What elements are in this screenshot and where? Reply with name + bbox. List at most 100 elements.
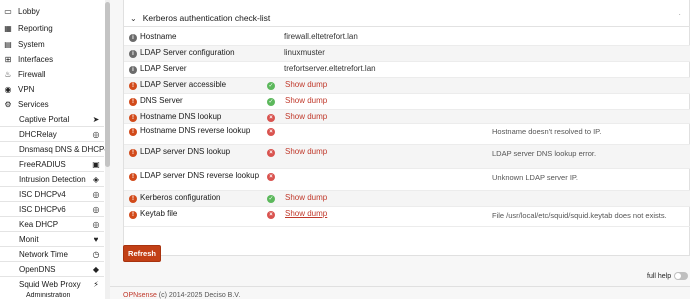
footer-brand-link[interactable]: OPNsense xyxy=(123,292,157,299)
row-message: File /usr/local/etc/squid/squid.keytab d… xyxy=(492,211,667,220)
show-dump-link[interactable]: Show dump xyxy=(285,112,327,121)
show-dump-link[interactable]: Show dump xyxy=(285,80,327,89)
fire-icon: ♨ xyxy=(4,70,12,79)
sidebar-subitem-network-time[interactable]: Network Time ◷ xyxy=(0,247,104,262)
row-label: Hostname DNS lookup xyxy=(140,112,222,121)
show-dump-link[interactable]: Show dump xyxy=(285,147,327,156)
sidebar-item-firewall[interactable]: ♨ Firewall xyxy=(0,67,104,82)
checklist-row: i LDAP Server configuration linuxmuster xyxy=(124,46,690,62)
sidebar-item-vpn[interactable]: ◉ VPN xyxy=(0,82,104,97)
sidebar-subitem-label: ISC DHCPv4 xyxy=(19,189,66,199)
show-dump-link[interactable]: Show dump xyxy=(285,96,327,105)
chart-icon: ▦ xyxy=(4,24,12,33)
sidebar-item-label: System xyxy=(18,40,45,49)
refresh-button[interactable]: Refresh xyxy=(123,245,161,262)
checklist-row: ! Kerberos configuration ✓ Show dump xyxy=(124,191,690,207)
sidebar-item-interfaces[interactable]: ⊞ Interfaces xyxy=(0,52,104,67)
sidebar-item-label: Interfaces xyxy=(18,55,54,64)
footer-copyright: (c) 2014-2025 Deciso B.V. xyxy=(156,292,241,299)
checklist-row: ! LDAP server DNS reverse lookup × Unknown … xyxy=(124,169,690,191)
sidebar-subitem-kea-dhcp[interactable]: Kea DHCP ◎ xyxy=(0,217,104,232)
sidebar-item-label: Reporting xyxy=(18,24,53,33)
sidebar-item-label: Services xyxy=(18,100,49,109)
bullseye-icon: ◎ xyxy=(92,129,100,139)
sitemap-icon: ⊞ xyxy=(4,55,12,64)
tags-icon: ◆ xyxy=(92,264,100,274)
sidebar-subitem-isc-dhcpv6[interactable]: ISC DHCPv6 ◎ xyxy=(0,202,104,217)
warning-icon: ! xyxy=(129,82,137,90)
checklist-row: i Hostname firewall.eltetrefort.lan xyxy=(124,30,690,46)
sidebar-subitem-freeradius[interactable]: FreeRADIUS ▣ xyxy=(0,157,104,172)
checklist-row: ! LDAP Server accessible ✓ Show dump xyxy=(124,78,690,94)
laptop-icon: ▭ xyxy=(4,7,12,16)
warning-icon: ! xyxy=(129,114,137,122)
footer-divider xyxy=(110,286,690,287)
show-dump-link[interactable]: Show dump xyxy=(285,193,327,202)
sidebar-subitem-intrusion-detection[interactable]: Intrusion Detection ◈ xyxy=(0,172,104,187)
error-icon: × xyxy=(267,149,275,157)
row-value: trefortserver.eltetrefort.lan xyxy=(284,64,376,73)
warning-icon: ! xyxy=(129,195,137,203)
sidebar-subitem-captive-portal[interactable]: Captive Portal ➤ xyxy=(0,112,104,127)
error-icon: × xyxy=(267,114,275,122)
error-icon: × xyxy=(267,128,275,136)
sidebar-subitem-isc-dhcpv4[interactable]: ISC DHCPv4 ◎ xyxy=(0,187,104,202)
sidebar-item-label: Firewall xyxy=(18,70,46,79)
row-value: linuxmuster xyxy=(284,48,325,57)
info-icon: i xyxy=(129,50,137,58)
info-icon: i xyxy=(129,66,137,74)
checklist-row: i LDAP Server trefortserver.eltetrefort.la… xyxy=(124,62,690,78)
full-help-toggle[interactable]: full help xyxy=(647,272,689,280)
bullseye-icon: ◎ xyxy=(92,219,100,229)
row-message: Unknown LDAP server IP. xyxy=(492,173,579,182)
sidebar-subitem-administration[interactable]: Administration xyxy=(0,292,104,299)
list-icon: ▣ xyxy=(92,159,100,169)
sidebar-subitem-label: Intrusion Detection xyxy=(19,174,86,184)
warning-icon: ! xyxy=(129,128,137,136)
row-label: Keytab file xyxy=(140,209,178,218)
sidebar-item-services[interactable]: ⚙ Services xyxy=(0,97,104,112)
sidebar-subitem-label: Administration xyxy=(26,292,71,299)
checklist-row: ! DNS Server ✓ Show dump xyxy=(124,94,690,110)
sidebar-item-lobby[interactable]: ▭ Lobby xyxy=(0,4,104,19)
row-value: firewall.eltetrefort.lan xyxy=(284,32,358,41)
corner-mark: · xyxy=(678,10,681,19)
warning-icon: ! xyxy=(129,149,137,157)
row-label: LDAP Server configuration xyxy=(140,48,235,57)
row-message: Hostname doesn't resolved to IP. xyxy=(492,127,602,136)
sidebar-item-label: VPN xyxy=(18,85,35,94)
shield-icon: ◈ xyxy=(92,174,100,184)
sidebar-subitem-dhcrelay[interactable]: DHCRelay ◎ xyxy=(0,127,104,142)
main-content: ⌄ Kerberos authentication check-list · i… xyxy=(110,0,690,299)
server-icon: ▤ xyxy=(4,40,12,49)
checklist-row: ! Hostname DNS lookup × Show dump xyxy=(124,110,690,124)
warning-icon: ! xyxy=(129,211,137,219)
row-label: Kerberos configuration xyxy=(140,193,221,202)
sidebar-subitem-label: OpenDNS xyxy=(19,264,56,274)
sidebar-subitem-monit[interactable]: Monit ♥ xyxy=(0,232,104,247)
checklist-row: ! Hostname DNS reverse lookup × Hostname do… xyxy=(124,124,690,145)
toggle-knob xyxy=(675,273,682,279)
sidebar-item-system[interactable]: ▤ System xyxy=(0,37,104,52)
toggle-switch[interactable] xyxy=(674,272,689,280)
sidebar-item-reporting[interactable]: ▦ Reporting xyxy=(0,21,104,36)
sidebar-subitem-label: DHCRelay xyxy=(19,129,57,139)
sidebar-subitem-label: Squid Web Proxy xyxy=(19,280,81,289)
sidebar: ▭ Lobby ▦ Reporting ▤ System ⊞ Interface… xyxy=(0,0,111,299)
bullseye-icon: ◎ xyxy=(92,204,100,214)
panel-header[interactable]: ⌄ Kerberos authentication check-list · xyxy=(124,10,690,27)
check-icon: ✓ xyxy=(267,82,275,90)
full-help-label: full help xyxy=(647,272,672,280)
send-icon: ➤ xyxy=(92,114,100,124)
sidebar-subitem-label: Network Time xyxy=(19,249,68,259)
row-label: LDAP server DNS reverse lookup xyxy=(140,171,260,180)
gears-icon: ⚙ xyxy=(4,100,12,109)
sidebar-subitem-opendns[interactable]: OpenDNS ◆ xyxy=(0,262,104,277)
sidebar-subitem-dnsmasq[interactable]: Dnsmasq DNS & DHCP ◆ xyxy=(0,142,111,157)
warning-icon: ! xyxy=(129,173,137,181)
sidebar-subitem-squid[interactable]: Squid Web Proxy ⚡ xyxy=(0,277,104,292)
show-dump-link[interactable]: Show dump xyxy=(285,209,327,218)
check-icon: ✓ xyxy=(267,98,275,106)
sidebar-subitem-label: Dnsmasq DNS & DHCP xyxy=(19,144,105,154)
row-label: Hostname xyxy=(140,32,177,41)
